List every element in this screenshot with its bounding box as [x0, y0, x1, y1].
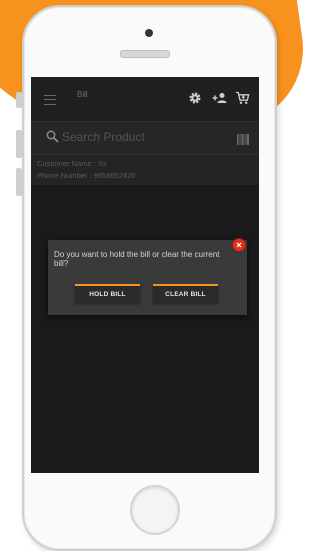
close-icon[interactable] [232, 238, 246, 252]
app-screen: Bill Search Product Customer Name: Xs P… [31, 77, 259, 473]
hold-bill-button[interactable]: HOLD BILL [75, 284, 140, 303]
barcode-icon[interactable] [237, 132, 249, 150]
gear-icon[interactable] [188, 91, 202, 110]
camera [145, 29, 153, 37]
cart-icon[interactable] [235, 91, 250, 110]
customer-info: Customer Name : Xs Phone Number : 965865… [31, 155, 259, 185]
search-input[interactable] [62, 128, 222, 146]
customer-name: Customer Name : Xs [37, 159, 107, 168]
add-user-icon[interactable] [212, 91, 228, 110]
dialog-message: Do you want to hold the bill or clear th… [54, 250, 220, 268]
volume-up-button [16, 130, 22, 158]
clear-bill-button[interactable]: CLEAR BILL [153, 284, 218, 303]
volume-down-button [16, 168, 22, 196]
search-bar [31, 122, 259, 155]
menu-icon[interactable] [44, 95, 56, 105]
hold-bill-dialog: Do you want to hold the bill or clear th… [48, 240, 247, 315]
app-bar: Bill [31, 77, 259, 122]
speaker [120, 50, 170, 58]
home-button [130, 485, 180, 535]
side-button [16, 92, 22, 108]
page-title: Bill [77, 90, 88, 99]
search-icon [46, 130, 59, 148]
customer-phone: Phone Number : 9658652420 [37, 171, 136, 180]
